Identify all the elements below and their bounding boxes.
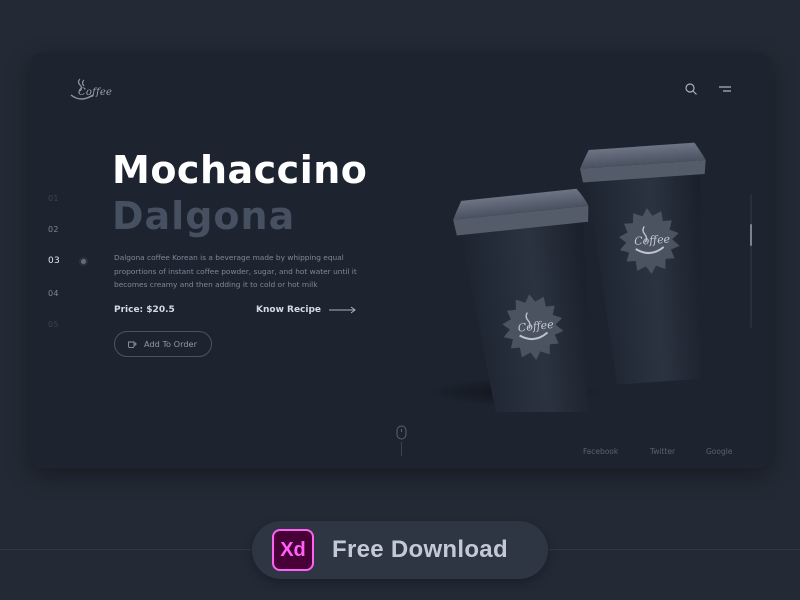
add-to-order-label: Add To Order xyxy=(144,339,197,349)
pager-item-03[interactable]: 03 xyxy=(48,256,60,266)
hero-description: Dalgona coffee Korean is a beverage made… xyxy=(114,253,357,289)
logo-text: Coffee xyxy=(78,87,113,98)
know-recipe-label: Know Recipe xyxy=(256,305,322,315)
free-download-label: Free Download xyxy=(332,536,508,563)
coffee-logo[interactable]: Coffee xyxy=(66,76,112,106)
pager-item-05[interactable]: 05 xyxy=(48,320,59,329)
twitter-link[interactable]: Twitter xyxy=(650,447,675,456)
know-recipe-link[interactable]: Know Recipe xyxy=(256,305,357,315)
hero-title: Mochaccino xyxy=(112,148,368,192)
add-to-order-button[interactable]: Add To Order xyxy=(114,331,212,357)
pager-item-04[interactable]: 04 xyxy=(48,289,59,298)
mouse-scroll-icon xyxy=(396,425,407,456)
vertical-scrollbar[interactable] xyxy=(750,194,752,328)
free-download-button[interactable]: Xd Free Download xyxy=(252,521,548,579)
hero-subtitle: Dalgona xyxy=(112,194,296,238)
pager-item-01[interactable]: 01 xyxy=(48,194,59,203)
coffee-cups-image: Coffee Coffee xyxy=(425,142,706,412)
google-link[interactable]: Google xyxy=(706,447,732,456)
facebook-link[interactable]: Facebook xyxy=(583,447,618,456)
cup-icon xyxy=(128,341,137,349)
scrollbar-thumb[interactable] xyxy=(750,224,752,246)
pager-item-02[interactable]: 02 xyxy=(48,225,59,234)
back-cup-label: Coffee xyxy=(634,233,671,249)
pager-active-dot xyxy=(81,259,86,264)
price-label: Price: $20.5 xyxy=(114,305,175,315)
hero-card: Coffee 01 02 03 04 05 Mochaccino Dalgona… xyxy=(30,52,772,468)
adobe-xd-icon: Xd xyxy=(272,529,314,571)
search-icon[interactable] xyxy=(684,82,698,96)
arrow-right-icon xyxy=(329,306,356,314)
menu-icon[interactable] xyxy=(718,82,732,96)
